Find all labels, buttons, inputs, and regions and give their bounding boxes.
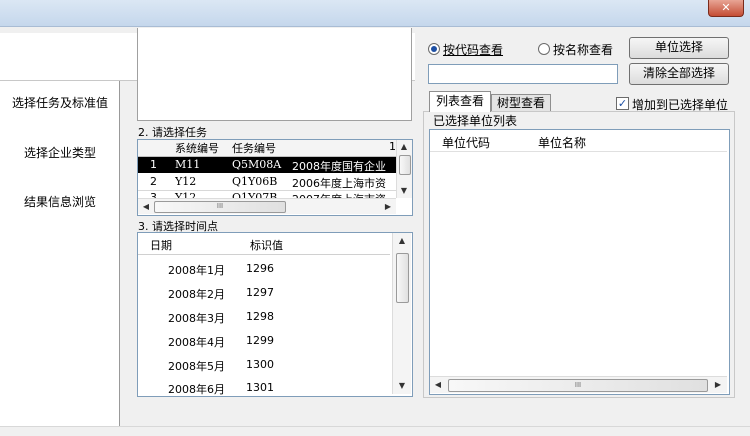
cell-system-no: M11 xyxy=(175,158,230,172)
row-header-corner xyxy=(138,140,174,157)
radio-by-name[interactable] xyxy=(538,43,550,55)
column-header-system-no[interactable]: 系统编号 xyxy=(173,140,233,157)
task-grid[interactable]: 系统编号 任务编号 1 1 M11 Q5M08A 2008年度国有企业 2 Y1… xyxy=(137,139,413,216)
selected-units-list[interactable]: 单位代码 单位名称 ◀ III ▶ xyxy=(429,129,730,395)
sidebar-item-results-browse[interactable]: 结果信息浏览 xyxy=(0,193,120,210)
close-button[interactable]: ✕ xyxy=(708,0,744,17)
column-header-description[interactable]: 1 xyxy=(290,140,401,157)
scroll-left-icon[interactable]: ◀ xyxy=(139,202,153,211)
scroll-thumb[interactable]: III xyxy=(448,379,708,392)
cell-id-value[interactable]: 1297 xyxy=(246,286,274,299)
scroll-thumb[interactable] xyxy=(399,155,411,175)
cell-description: 2008年度国有企业 xyxy=(292,158,396,172)
window-bottom-edge xyxy=(0,426,750,436)
tab-list-view[interactable]: 列表查看 xyxy=(429,91,491,112)
column-header-unit-code[interactable]: 单位代码 xyxy=(442,134,490,151)
scroll-right-icon[interactable]: ▶ xyxy=(381,202,395,211)
cell-id-value[interactable]: 1296 xyxy=(246,262,274,275)
cell-system-no: Y12 xyxy=(175,175,197,188)
add-to-selected-checkbox[interactable]: ✓ xyxy=(616,97,629,110)
scroll-thumb[interactable] xyxy=(396,253,409,303)
radio-by-code[interactable] xyxy=(428,43,440,55)
unit-select-button[interactable]: 单位选择 xyxy=(629,37,729,59)
cell-task-no: Q5M08A xyxy=(232,158,290,172)
sidebar: 选择任务及标准值 选择企业类型 结果信息浏览 xyxy=(0,81,120,426)
close-icon: ✕ xyxy=(721,1,731,14)
scroll-down-icon[interactable]: ▼ xyxy=(397,186,411,195)
cell-date[interactable]: 2008年5月 xyxy=(168,358,225,374)
scroll-left-icon[interactable]: ◀ xyxy=(431,380,445,389)
task-grid-horizontal-scrollbar[interactable]: ◀ III ▶ xyxy=(138,198,396,214)
description-box xyxy=(137,28,412,121)
clear-all-selection-button[interactable]: 清除全部选择 xyxy=(629,63,729,85)
column-header-unit-name[interactable]: 单位名称 xyxy=(538,134,586,151)
scroll-up-icon[interactable]: ▲ xyxy=(397,142,411,151)
scroll-down-icon[interactable]: ▼ xyxy=(395,381,409,390)
selected-units-group-label: 已选择单位列表 xyxy=(433,114,518,128)
scroll-thumb[interactable]: III xyxy=(154,201,286,213)
column-header-date[interactable]: 日期 xyxy=(150,237,210,253)
radio-by-code-label[interactable]: 按代码查看 xyxy=(443,41,503,58)
cell-date[interactable]: 2008年4月 xyxy=(168,334,225,350)
cell-date[interactable]: 2008年1月 xyxy=(168,262,225,278)
tab-tree-view[interactable]: 树型查看 xyxy=(491,94,551,112)
timepoint-grid[interactable]: 日期 标识值 2008年1月 1296 2008年2月 1297 2008年3月… xyxy=(137,232,413,397)
sidebar-item-task-standard[interactable]: 选择任务及标准值 xyxy=(0,94,120,111)
column-header-task-no[interactable]: 任务编号 xyxy=(230,140,293,157)
cell-id-value[interactable]: 1298 xyxy=(246,310,274,323)
cell-date[interactable]: 2008年3月 xyxy=(168,310,225,326)
cell-date[interactable]: 2008年6月 xyxy=(168,381,225,396)
radio-by-name-label[interactable]: 按名称查看 xyxy=(553,41,613,58)
row-number: 2 xyxy=(150,175,157,188)
column-header-id-value[interactable]: 标识值 xyxy=(250,237,310,253)
cell-description: 2006年度上海市资 xyxy=(292,177,386,189)
scroll-right-icon[interactable]: ▶ xyxy=(711,380,725,389)
task-grid-vertical-scrollbar[interactable]: ▲ ▼ xyxy=(396,140,412,198)
cell-id-value[interactable]: 1299 xyxy=(246,334,274,347)
cell-id-value[interactable]: 1300 xyxy=(246,358,274,371)
sidebar-item-enterprise-type[interactable]: 选择企业类型 xyxy=(0,144,120,161)
window-title-bar xyxy=(0,0,750,27)
header-divider xyxy=(138,254,390,255)
cell-date[interactable]: 2008年2月 xyxy=(168,286,225,302)
cell-task-no: Q1Y06B xyxy=(232,175,278,188)
task-section-label: 2. 请选择任务 xyxy=(138,126,207,139)
row-number: 1 xyxy=(150,158,170,172)
unit-search-input[interactable] xyxy=(428,64,618,84)
timepoint-grid-vertical-scrollbar[interactable]: ▲ ▼ xyxy=(392,233,411,394)
cell-id-value[interactable]: 1301 xyxy=(246,381,274,394)
scroll-up-icon[interactable]: ▲ xyxy=(395,236,409,245)
selected-units-horizontal-scrollbar[interactable]: ◀ III ▶ xyxy=(430,376,727,393)
